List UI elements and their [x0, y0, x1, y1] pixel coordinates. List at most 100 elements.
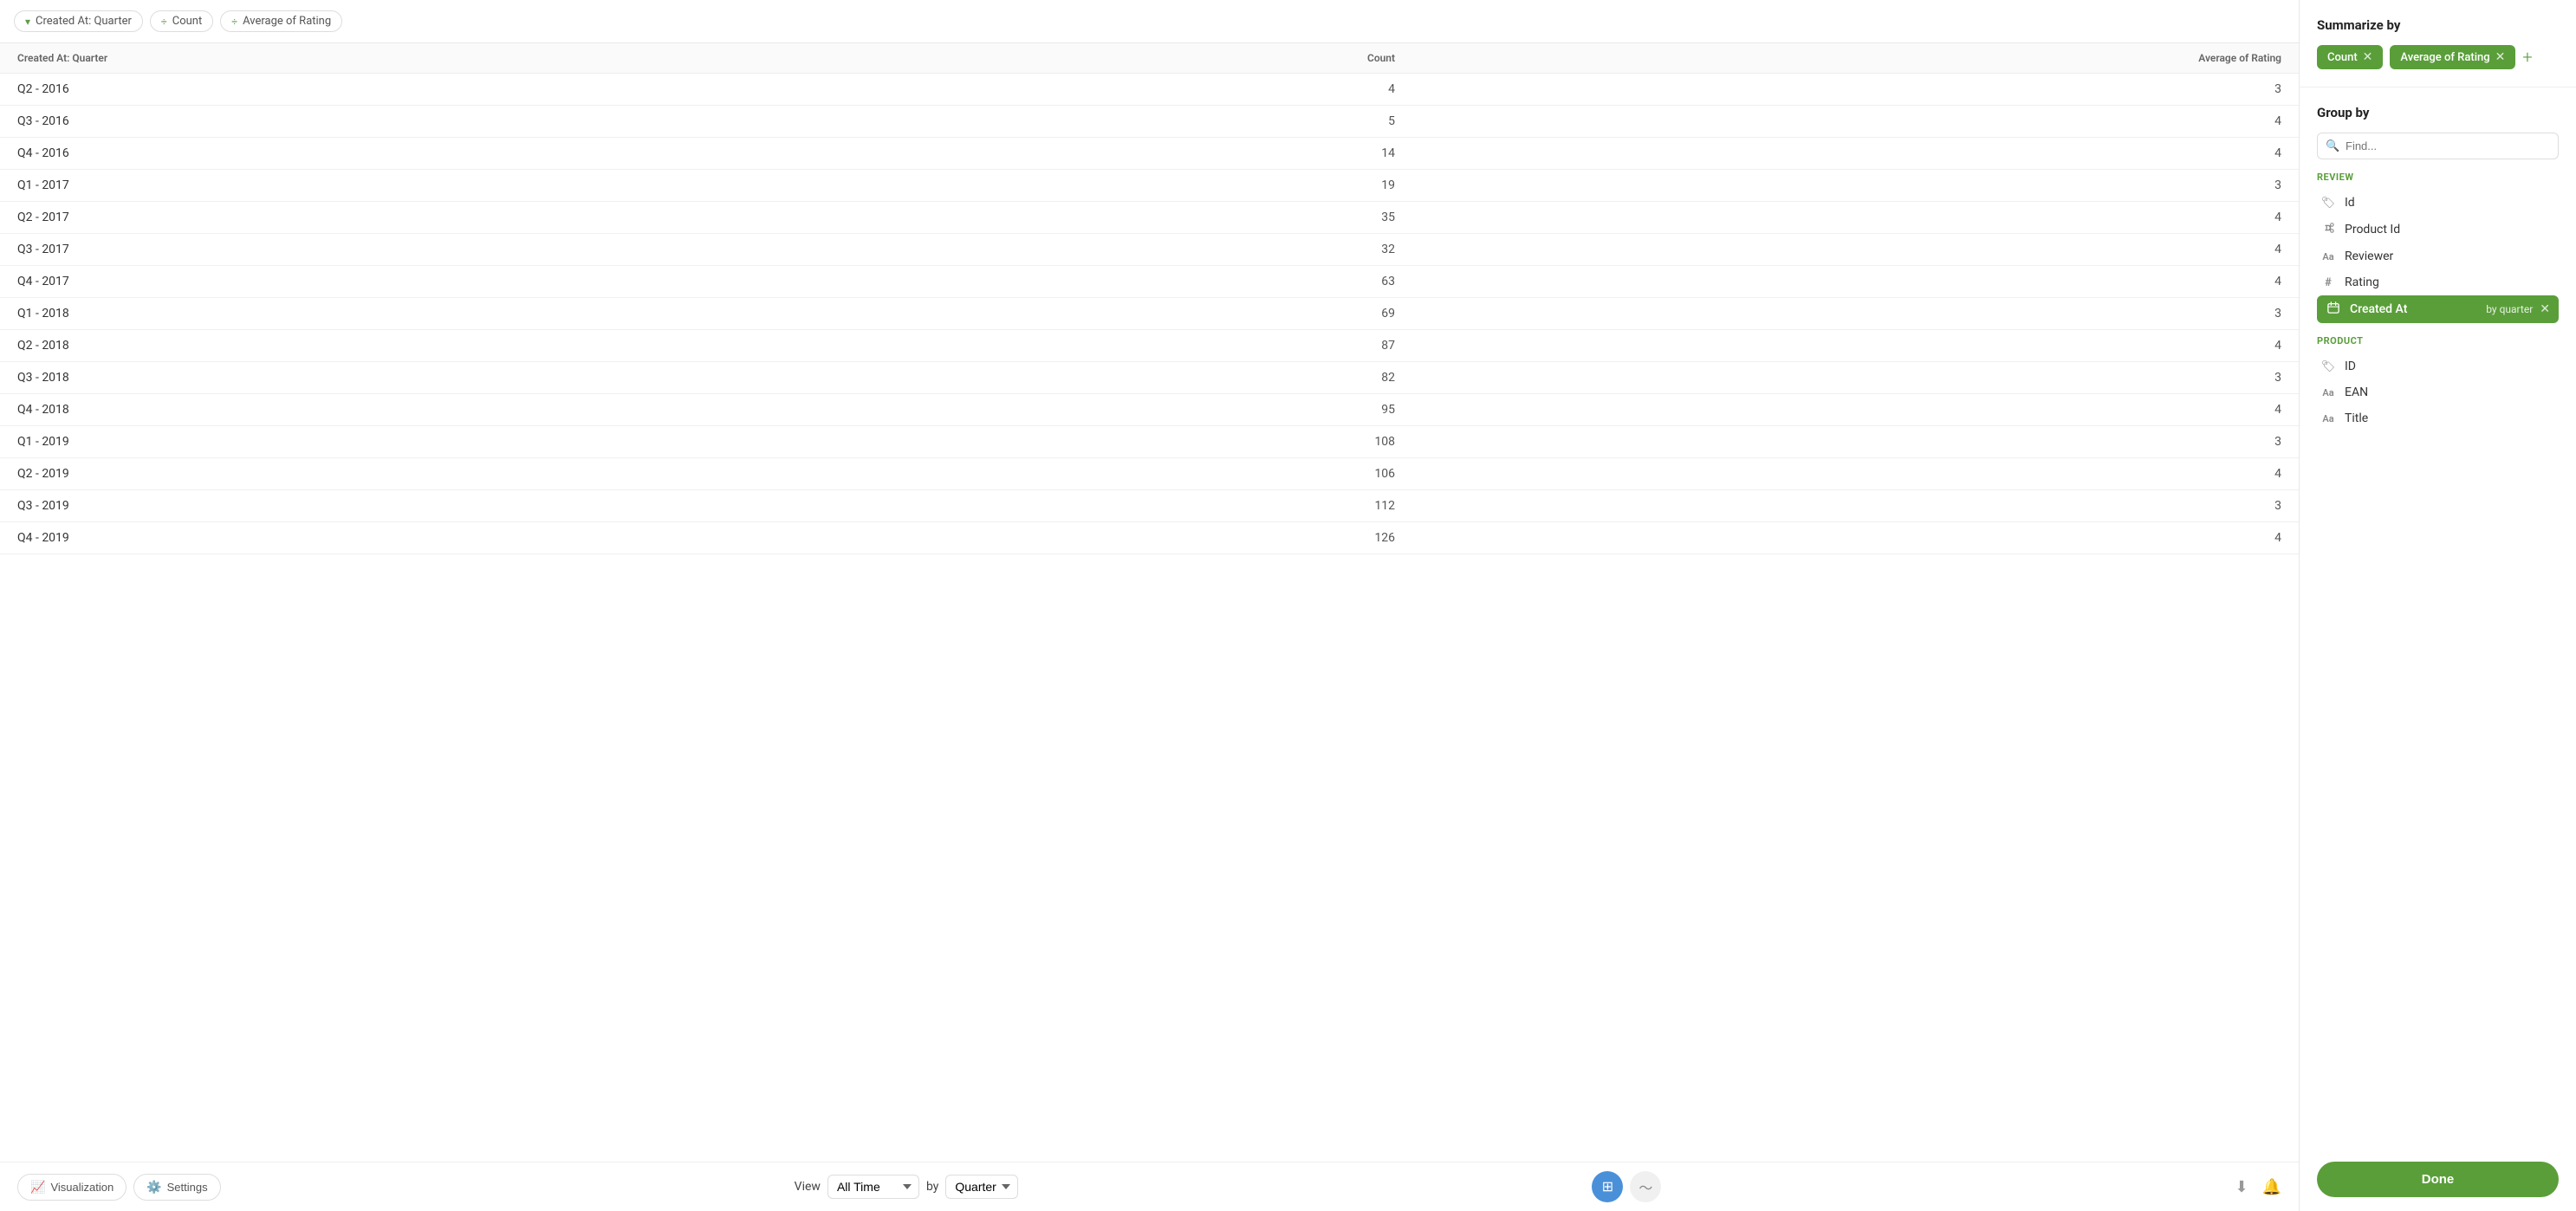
- cell-count: 108: [942, 426, 1412, 458]
- cell-created-at: Q2 - 2017: [0, 202, 942, 234]
- table-row: Q4 - 2017 63 4: [0, 266, 2299, 298]
- view-period-select[interactable]: Quarter Month Year Day: [945, 1175, 1018, 1199]
- prod-id-icon: 🏷: [2320, 360, 2336, 373]
- data-area: ▾ Created At: Quarter ÷ Count ÷ Average …: [0, 0, 2299, 1211]
- filter-pill-created-at[interactable]: ▾ Created At: Quarter: [14, 10, 143, 32]
- cell-created-at: Q3 - 2017: [0, 234, 942, 266]
- filter-pill-count[interactable]: ÷ Count: [150, 10, 213, 32]
- col-created-at: Created At: Quarter: [0, 43, 942, 74]
- summarize-title: Summarize by: [2317, 17, 2559, 33]
- settings-button[interactable]: ⚙️ Settings: [133, 1174, 220, 1201]
- group-item-created-at[interactable]: Created At by quarter ✕: [2317, 295, 2559, 323]
- group-item-rating[interactable]: # Rating: [2317, 269, 2559, 295]
- table-row: Q3 - 2017 32 4: [0, 234, 2299, 266]
- table-view-button[interactable]: ⊞: [1592, 1171, 1623, 1202]
- cell-created-at: Q4 - 2018: [0, 394, 942, 426]
- cell-avg-rating: 3: [1412, 170, 2299, 202]
- filter-row: ▾ Created At: Quarter ÷ Count ÷ Average …: [0, 0, 2299, 43]
- main-container: ▾ Created At: Quarter ÷ Count ÷ Average …: [0, 0, 2576, 1211]
- table-body: Q2 - 2016 4 3 Q3 - 2016 5 4 Q4 - 2016 14…: [0, 74, 2299, 554]
- review-section-label: REVIEW: [2317, 172, 2559, 183]
- product-id-icon: [2320, 222, 2336, 237]
- cell-count: 95: [942, 394, 1412, 426]
- avg-rating-pill-remove[interactable]: ✕: [2495, 50, 2506, 64]
- cell-count: 69: [942, 298, 1412, 330]
- group-item-product-id[interactable]: Product Id: [2317, 216, 2559, 243]
- cell-created-at: Q3 - 2018: [0, 362, 942, 394]
- table-row: Q3 - 2016 5 4: [0, 106, 2299, 138]
- cell-avg-rating: 4: [1412, 330, 2299, 362]
- col-avg-rating: Average of Rating: [1412, 43, 2299, 74]
- table-row: Q3 - 2018 82 3: [0, 362, 2299, 394]
- product-section-label: PRODUCT: [2317, 335, 2559, 346]
- group-by-title: Group by: [2317, 105, 2559, 120]
- group-search-input[interactable]: [2317, 133, 2559, 159]
- done-button[interactable]: Done: [2317, 1162, 2559, 1197]
- done-section: Done: [2300, 1148, 2576, 1211]
- table-row: Q1 - 2018 69 3: [0, 298, 2299, 330]
- cell-avg-rating: 4: [1412, 522, 2299, 554]
- group-item-reviewer[interactable]: Aa Reviewer: [2317, 243, 2559, 269]
- add-summarize-button[interactable]: +: [2522, 49, 2532, 66]
- cell-avg-rating: 4: [1412, 458, 2299, 490]
- filter-pill-created-at-label: Created At: Quarter: [36, 15, 132, 28]
- view-controls: View All Time Last Year Last Month by Qu…: [795, 1175, 1019, 1199]
- table-row: Q2 - 2016 4 3: [0, 74, 2299, 106]
- visualization-icon: 📈: [30, 1180, 45, 1195]
- visualization-button[interactable]: 📈 Visualization: [17, 1174, 127, 1201]
- search-icon: 🔍: [2326, 139, 2339, 152]
- table-header-row: Created At: Quarter Count Average of Rat…: [0, 43, 2299, 74]
- cell-created-at: Q2 - 2019: [0, 458, 942, 490]
- bottom-bar: 📈 Visualization ⚙️ Settings View All Tim…: [0, 1162, 2299, 1211]
- cell-avg-rating: 3: [1412, 426, 2299, 458]
- sidebar: Summarize by Count ✕ Average of Rating ✕…: [2299, 0, 2576, 1211]
- table-container: Created At: Quarter Count Average of Rat…: [0, 43, 2299, 1162]
- rating-icon: #: [2320, 276, 2336, 289]
- download-icon[interactable]: ⬇: [2235, 1178, 2248, 1196]
- avg-rating-pill[interactable]: Average of Rating ✕: [2390, 45, 2515, 69]
- table-row: Q1 - 2017 19 3: [0, 170, 2299, 202]
- notification-icon[interactable]: 🔔: [2262, 1178, 2281, 1196]
- cell-count: 19: [942, 170, 1412, 202]
- title-icon: Aa: [2320, 413, 2336, 424]
- cell-created-at: Q4 - 2017: [0, 266, 942, 298]
- group-item-prod-id[interactable]: 🏷 ID: [2317, 353, 2559, 379]
- id-icon: 🏷: [2320, 197, 2336, 210]
- created-at-remove[interactable]: ✕: [2540, 302, 2550, 316]
- cell-count: 32: [942, 234, 1412, 266]
- group-item-id[interactable]: 🏷 Id: [2317, 190, 2559, 216]
- cell-count: 82: [942, 362, 1412, 394]
- summarize-section: Summarize by Count ✕ Average of Rating ✕…: [2300, 0, 2576, 87]
- cell-created-at: Q1 - 2017: [0, 170, 942, 202]
- settings-icon: ⚙️: [146, 1180, 161, 1195]
- count-pill[interactable]: Count ✕: [2317, 45, 2383, 69]
- visualization-label: Visualization: [50, 1181, 114, 1194]
- cell-avg-rating: 4: [1412, 202, 2299, 234]
- avg-rating-pill-label: Average of Rating: [2400, 51, 2489, 64]
- filter-pill-avg-rating-label: Average of Rating: [243, 15, 331, 28]
- count-pill-remove[interactable]: ✕: [2363, 50, 2373, 64]
- table-row: Q4 - 2018 95 4: [0, 394, 2299, 426]
- cell-created-at: Q2 - 2016: [0, 74, 942, 106]
- cell-avg-rating: 4: [1412, 394, 2299, 426]
- table-row: Q3 - 2019 112 3: [0, 490, 2299, 522]
- group-item-ean[interactable]: Aa EAN: [2317, 379, 2559, 405]
- cell-count: 4: [942, 74, 1412, 106]
- cell-count: 63: [942, 266, 1412, 298]
- group-search-wrap: 🔍: [2317, 133, 2559, 159]
- cell-count: 87: [942, 330, 1412, 362]
- cell-avg-rating: 3: [1412, 490, 2299, 522]
- summarize-pills: Count ✕ Average of Rating ✕ +: [2317, 45, 2559, 69]
- view-time-select[interactable]: All Time Last Year Last Month: [827, 1175, 919, 1199]
- count-pill-label: Count: [2327, 51, 2358, 64]
- chart-view-button[interactable]: 〜: [1630, 1171, 1661, 1202]
- cell-created-at: Q3 - 2019: [0, 490, 942, 522]
- group-item-title[interactable]: Aa Title: [2317, 405, 2559, 431]
- created-at-active-right: by quarter ✕: [2486, 302, 2550, 316]
- filter-pill-count-label: Count: [172, 15, 202, 28]
- ean-icon: Aa: [2320, 387, 2336, 398]
- cell-count: 112: [942, 490, 1412, 522]
- filter-pill-avg-rating-icon: ÷: [231, 16, 237, 28]
- filter-pill-avg-rating[interactable]: ÷ Average of Rating: [220, 10, 342, 32]
- group-by-section: Group by 🔍 REVIEW 🏷 Id: [2300, 87, 2576, 1148]
